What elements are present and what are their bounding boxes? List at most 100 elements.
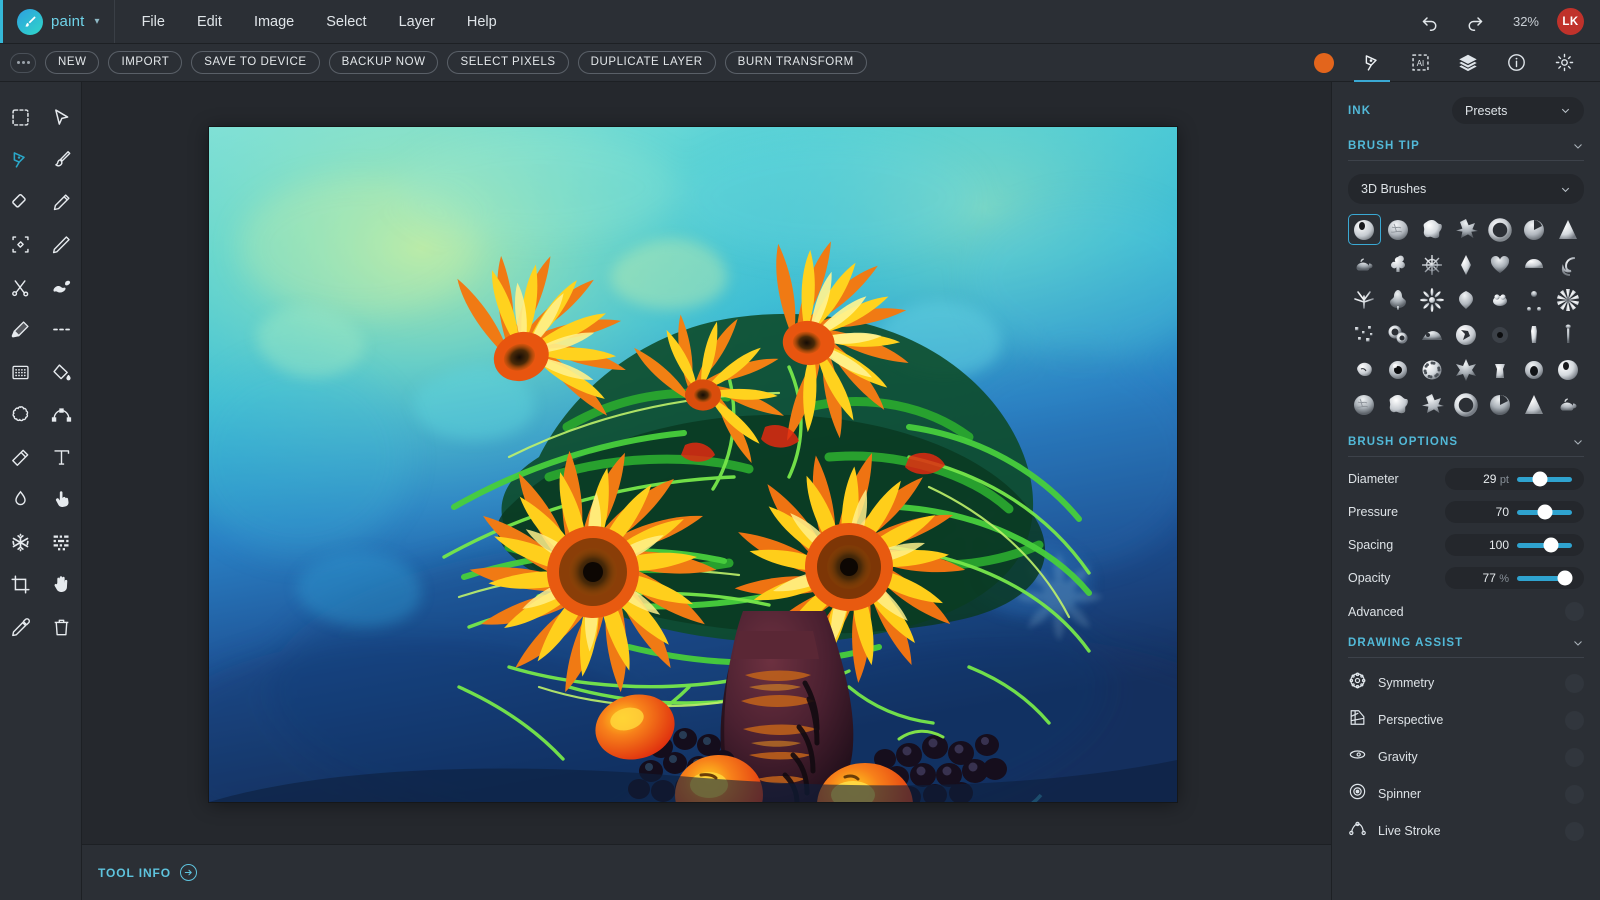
more-options-icon[interactable] [10, 52, 36, 73]
brush-tip-star-burst-tip[interactable] [1450, 214, 1483, 245]
eraser-tool[interactable] [0, 181, 41, 224]
brush-tip-star-rock-tip[interactable] [1483, 354, 1516, 385]
eyedropper-tool[interactable] [0, 606, 41, 649]
zoom-level-indicator[interactable]: 32% [1505, 14, 1539, 29]
paintbrush-tool[interactable] [41, 139, 82, 182]
brush-tip-gingerbread-tip[interactable] [1517, 319, 1550, 350]
menu-item-select[interactable]: Select [311, 7, 381, 37]
brush-tip-eye-orb-tip[interactable] [1382, 389, 1415, 420]
assist-row-perspective[interactable]: Perspective [1348, 708, 1584, 732]
undo-arrow-icon[interactable] [1417, 9, 1443, 35]
crop-tool[interactable] [0, 564, 41, 607]
assist-row-live-stroke[interactable]: Live Stroke [1348, 819, 1584, 843]
symmetry-toggle[interactable] [1565, 673, 1584, 693]
chevron-down-icon[interactable] [1572, 436, 1584, 448]
brand-area[interactable]: paint ▾ [0, 0, 115, 43]
brush-tip-pearl-orb-tip[interactable] [1450, 389, 1483, 420]
duplicate-layer-button[interactable]: DUPLICATE LAYER [577, 51, 716, 74]
brush-tip-lamp-tip[interactable] [1551, 354, 1584, 385]
brush-tip-soft-blur-dot-tip[interactable] [1483, 319, 1516, 350]
info-circle-icon[interactable] [1502, 48, 1530, 78]
brush-tip-rings-cluster-tip[interactable] [1382, 319, 1415, 350]
burn-transform-button[interactable]: BURN TRANSFORM [724, 51, 867, 74]
fine-pencil-tool[interactable] [41, 224, 82, 267]
brush-tip-cracked-rock-tip[interactable] [1450, 319, 1483, 350]
opacity-thumb[interactable] [1557, 570, 1573, 586]
brush-tip-diamond-tip[interactable] [1450, 249, 1483, 280]
spinner-toggle[interactable] [1565, 784, 1584, 804]
pencil-tool[interactable] [41, 181, 82, 224]
brush-tip-rock-chunk-tip[interactable] [1348, 354, 1381, 385]
gravity-toggle[interactable] [1565, 747, 1584, 767]
brush-tip-tiny-figure-tip[interactable] [1382, 354, 1415, 385]
brush-category-dropdown[interactable]: 3D Brushes [1348, 174, 1584, 204]
menu-item-file[interactable]: File [127, 7, 180, 37]
color-swatch-icon[interactable] [1310, 48, 1338, 78]
brush-tip-crumpled-ball-tip[interactable] [1382, 214, 1415, 245]
redo-arrow-icon[interactable] [1461, 9, 1487, 35]
brush-tip-thin-needle-tip[interactable] [1450, 354, 1483, 385]
diameter-slider[interactable]: 29 pt [1445, 468, 1584, 490]
chevron-down-icon[interactable] [1572, 140, 1584, 152]
brush-tip-spiked-ball-tip[interactable] [1416, 249, 1449, 280]
dashed-line-tool[interactable] [41, 309, 82, 352]
artboard[interactable] [209, 127, 1177, 802]
brush-tip-dandelion-tip[interactable] [1416, 284, 1449, 315]
assist-row-spinner[interactable]: Spinner [1348, 782, 1584, 806]
layers-stack-icon[interactable] [1454, 48, 1482, 78]
brush-tip-header[interactable]: BRUSH TIP [1348, 140, 1584, 152]
menu-item-edit[interactable]: Edit [182, 7, 237, 37]
assist-row-symmetry[interactable]: Symmetry [1348, 671, 1584, 695]
brush-tip-spade-suit-tip[interactable] [1382, 284, 1415, 315]
spacing-thumb[interactable] [1543, 537, 1559, 553]
canvas-viewport[interactable] [82, 82, 1331, 844]
ai-selection-icon[interactable]: AI [1406, 48, 1434, 78]
perspective-toggle[interactable] [1565, 710, 1584, 730]
brush-tip-confetti-dots-tip[interactable] [1348, 319, 1381, 350]
arrow-right-circle-icon[interactable] [180, 864, 197, 881]
avatar[interactable]: LK [1557, 8, 1584, 35]
menu-item-layer[interactable]: Layer [384, 7, 450, 37]
brush-tip-jack-tip[interactable] [1517, 284, 1550, 315]
select-pixels-button[interactable]: SELECT PIXELS [447, 51, 569, 74]
brush-tip-cone-tip[interactable] [1551, 214, 1584, 245]
presets-dropdown[interactable]: Presets [1452, 97, 1584, 124]
gear-icon[interactable] [1550, 48, 1578, 78]
water-drop-tool[interactable] [0, 479, 41, 522]
bezier-curve-tool[interactable] [41, 394, 82, 437]
blur-stick-tool[interactable] [0, 436, 41, 479]
brush-tip-ornament-scroll-tip[interactable] [1551, 249, 1584, 280]
cursor-arrow-icon[interactable] [41, 96, 82, 139]
pressure-slider[interactable]: 70 [1445, 501, 1584, 523]
brush-tip-splash-tip[interactable] [1551, 284, 1584, 315]
brush-tip-teapot-tip[interactable] [1348, 249, 1381, 280]
brush-tip-smooth-disc-tip[interactable] [1551, 319, 1584, 350]
brush-tip-jagged-burst-tip[interactable] [1551, 389, 1584, 420]
brush-tip-frog-tip[interactable] [1483, 284, 1516, 315]
advanced-toggle[interactable] [1565, 602, 1584, 621]
diameter-track[interactable] [1517, 471, 1572, 487]
marquee-select-tool[interactable] [0, 96, 41, 139]
brush-tip-golf-ball-tip[interactable] [1483, 389, 1516, 420]
brush-tip-club-suit-tip[interactable] [1382, 249, 1415, 280]
brush-tip-match-stick-tip[interactable] [1416, 354, 1449, 385]
brush-tip-spiky-star-tip[interactable] [1517, 389, 1550, 420]
paint-bucket-tool[interactable] [41, 351, 82, 394]
pointer-hand-tool[interactable] [41, 479, 82, 522]
brush-tip-dark-orb-tip[interactable] [1416, 389, 1449, 420]
backup-now-button[interactable]: BACKUP NOW [328, 51, 439, 74]
spacing-slider[interactable]: 100 [1445, 534, 1584, 556]
pressure-track[interactable] [1517, 504, 1572, 520]
brush-tip-pin-tip[interactable] [1517, 354, 1550, 385]
spacing-track[interactable] [1517, 537, 1572, 553]
pattern-tool[interactable] [0, 351, 41, 394]
delete-tool[interactable] [41, 606, 82, 649]
snowflake-tool[interactable] [0, 521, 41, 564]
tool-info-label[interactable]: TOOL INFO [98, 866, 171, 880]
brush-tip-pac-sphere-tip[interactable] [1517, 214, 1550, 245]
blob-shape-tool[interactable] [0, 394, 41, 437]
dither-tool[interactable] [41, 521, 82, 564]
brush-tip-goblet-tip[interactable] [1348, 389, 1381, 420]
menu-item-help[interactable]: Help [452, 7, 512, 37]
pen-tool[interactable] [0, 139, 41, 182]
